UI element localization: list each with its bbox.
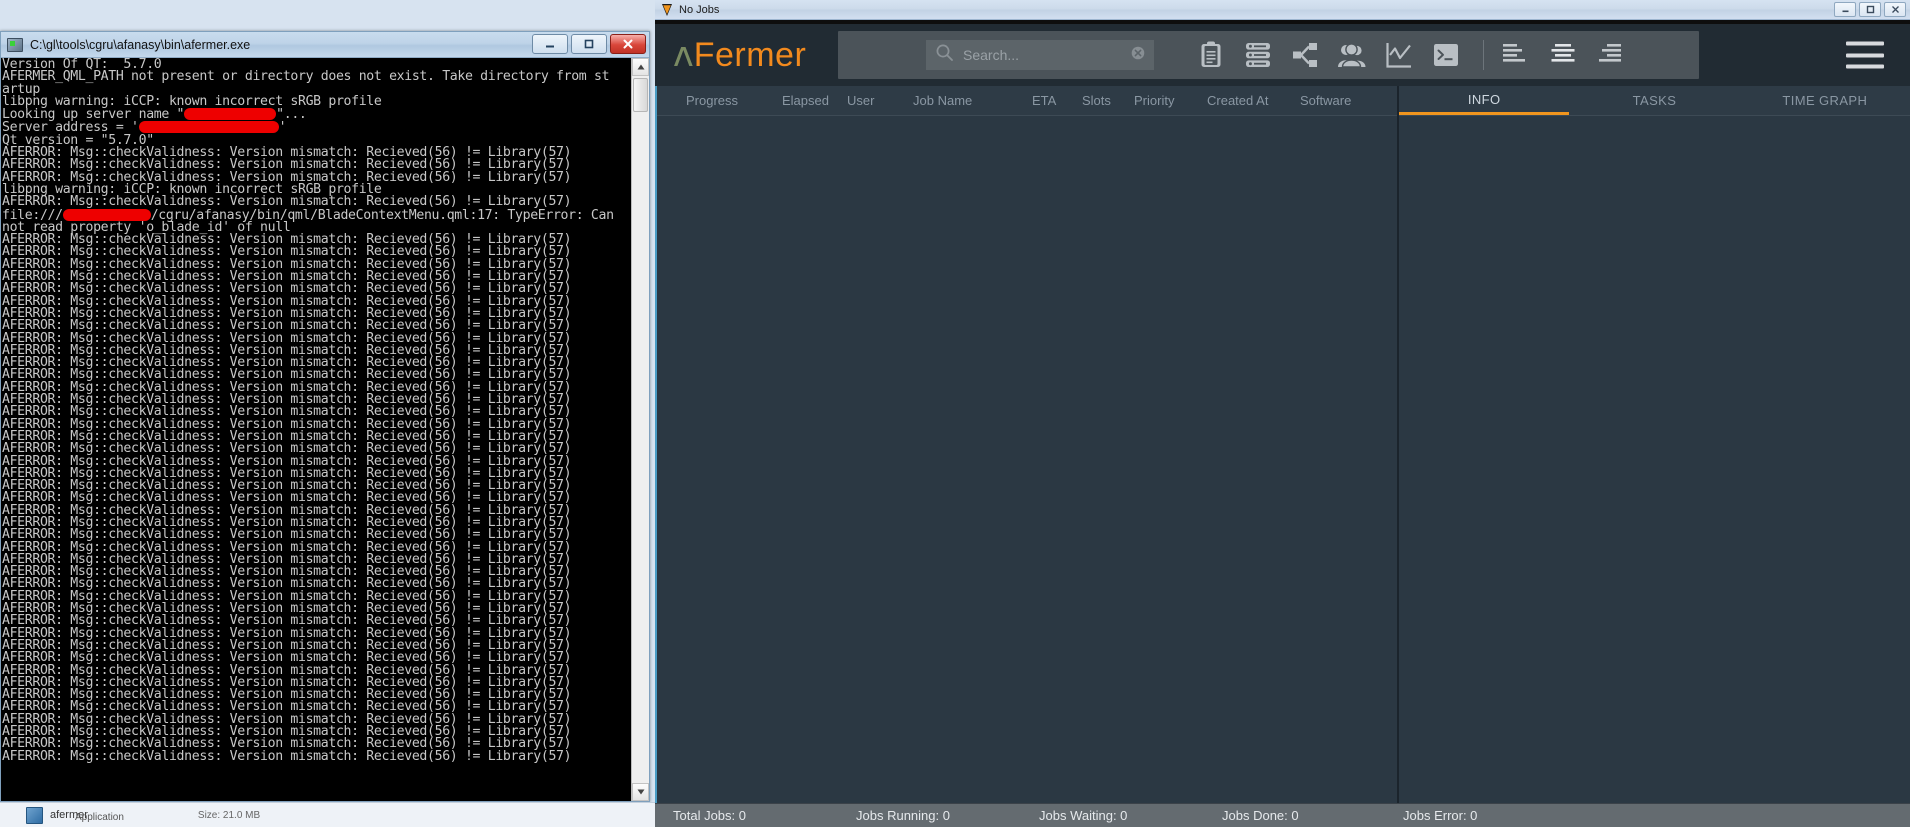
- redaction-bar: [184, 108, 277, 121]
- column-header-job-name[interactable]: Job Name: [913, 93, 972, 108]
- afermer-window: No Jobs ʌ Fermer Search... Progress Elap…: [655, 0, 1910, 827]
- console-app-icon: [7, 37, 23, 52]
- search-input[interactable]: Search...: [926, 40, 1154, 70]
- console-window-title: C:\gl\tools\cgru\afanasy\bin\afermer.exe: [30, 37, 251, 52]
- afermer-logo-icon: [660, 3, 674, 17]
- jobs-icon[interactable]: [1196, 40, 1226, 70]
- console-minimize-button[interactable]: [532, 34, 568, 54]
- console-output-text: Version Of QT: 5.7.0 AFERMER_QML_PATH no…: [2, 58, 614, 764]
- hamburger-bar-1: [1846, 41, 1884, 46]
- redaction-bar: [62, 208, 151, 221]
- brand-name: Fermer: [693, 36, 807, 74]
- scroll-down-icon[interactable]: [632, 783, 649, 801]
- app-header: ʌ Fermer Search...: [655, 24, 1910, 86]
- align-right-icon[interactable]: [1598, 41, 1624, 70]
- status-jobs-running: Jobs Running: 0: [856, 808, 950, 823]
- info-tab-content: [1399, 116, 1910, 803]
- afermer-file-icon: [26, 806, 43, 824]
- taskbar-item-type: Application: [75, 812, 124, 823]
- jobs-table-header: Progress Elapsed User Job Name ETA Slots Prior…: [657, 86, 1397, 116]
- console-output-area[interactable]: Version Of QT: 5.7.0 AFERMER_QML_PATH no…: [1, 58, 649, 801]
- search-icon: [935, 43, 954, 67]
- minimize-button[interactable]: [1834, 2, 1856, 17]
- hamburger-bar-3: [1846, 64, 1884, 69]
- console-window-controls: [532, 34, 646, 54]
- column-header-created-at[interactable]: Created At: [1207, 93, 1268, 108]
- status-bar: Total Jobs: 0 Jobs Running: 0 Jobs Waiting…: [655, 803, 1910, 827]
- toolbar-separator: [1483, 40, 1484, 70]
- info-pane: INFO TASKS TIME GRAPH: [1397, 86, 1910, 803]
- column-header-software[interactable]: Software: [1300, 93, 1351, 108]
- terminal-icon[interactable]: [1431, 40, 1461, 70]
- window-title: No Jobs: [679, 3, 720, 16]
- taskbar-item[interactable]: afermer Size: 21.0 MB: [0, 806, 261, 824]
- column-header-elapsed[interactable]: Elapsed: [782, 93, 829, 108]
- app-body: Progress Elapsed User Job Name ETA Slots Prior…: [655, 86, 1910, 803]
- brand-mark-icon: ʌ: [673, 34, 694, 75]
- scroll-up-icon[interactable]: [632, 58, 649, 76]
- close-button[interactable]: [1884, 2, 1906, 17]
- column-header-slots[interactable]: Slots: [1082, 93, 1111, 108]
- status-jobs-error: Jobs Error: 0: [1403, 808, 1478, 823]
- users-icon[interactable]: [1337, 40, 1367, 70]
- align-left-icon[interactable]: [1502, 41, 1528, 70]
- status-total-jobs: Total Jobs: 0: [673, 808, 746, 823]
- console-titlebar: C:\gl\tools\cgru\afanasy\bin\afermer.exe: [1, 32, 649, 58]
- window-titlebar: No Jobs: [655, 0, 1910, 20]
- hamburger-menu-icon[interactable]: [1846, 41, 1884, 69]
- info-tabs: INFO TASKS TIME GRAPH: [1399, 86, 1910, 116]
- renders-icon[interactable]: [1243, 40, 1273, 70]
- toolbar-icon-group: [1196, 40, 1461, 70]
- console-close-button[interactable]: [610, 34, 646, 54]
- maximize-button[interactable]: [1859, 2, 1881, 17]
- taskbar-item-size: Size: 21.0 MB: [197, 809, 261, 821]
- column-header-priority[interactable]: Priority: [1134, 93, 1174, 108]
- jobs-table-body[interactable]: [657, 116, 1397, 803]
- tab-tasks[interactable]: TASKS: [1569, 86, 1739, 115]
- status-jobs-waiting: Jobs Waiting: 0: [1039, 808, 1128, 823]
- align-icon-group: [1502, 41, 1624, 70]
- tab-info[interactable]: INFO: [1399, 86, 1570, 115]
- statistics-icon[interactable]: [1384, 40, 1414, 70]
- clear-search-icon[interactable]: [1131, 46, 1145, 65]
- column-header-progress[interactable]: Progress: [686, 93, 738, 108]
- console-window: C:\gl\tools\cgru\afanasy\bin\afermer.exe…: [0, 31, 650, 802]
- jobs-pane: Progress Elapsed User Job Name ETA Slots Prior…: [655, 86, 1397, 803]
- redaction-bar: [138, 121, 279, 134]
- toolbar-panel: Search...: [838, 31, 1699, 79]
- status-jobs-done: Jobs Done: 0: [1222, 808, 1299, 823]
- align-center-icon[interactable]: [1550, 41, 1576, 70]
- console-maximize-button[interactable]: [571, 34, 607, 54]
- brand-logo: ʌ Fermer: [673, 34, 828, 75]
- console-scrollbar[interactable]: [631, 58, 649, 801]
- network-icon[interactable]: [1290, 40, 1320, 70]
- window-controls: [1834, 2, 1906, 17]
- hamburger-bar-2: [1846, 53, 1884, 57]
- column-header-user[interactable]: User: [847, 93, 874, 108]
- tab-time-graph[interactable]: TIME GRAPH: [1740, 86, 1910, 115]
- column-header-eta[interactable]: ETA: [1032, 93, 1056, 108]
- scrollbar-thumb[interactable]: [633, 78, 648, 112]
- search-placeholder: Search...: [963, 47, 1020, 63]
